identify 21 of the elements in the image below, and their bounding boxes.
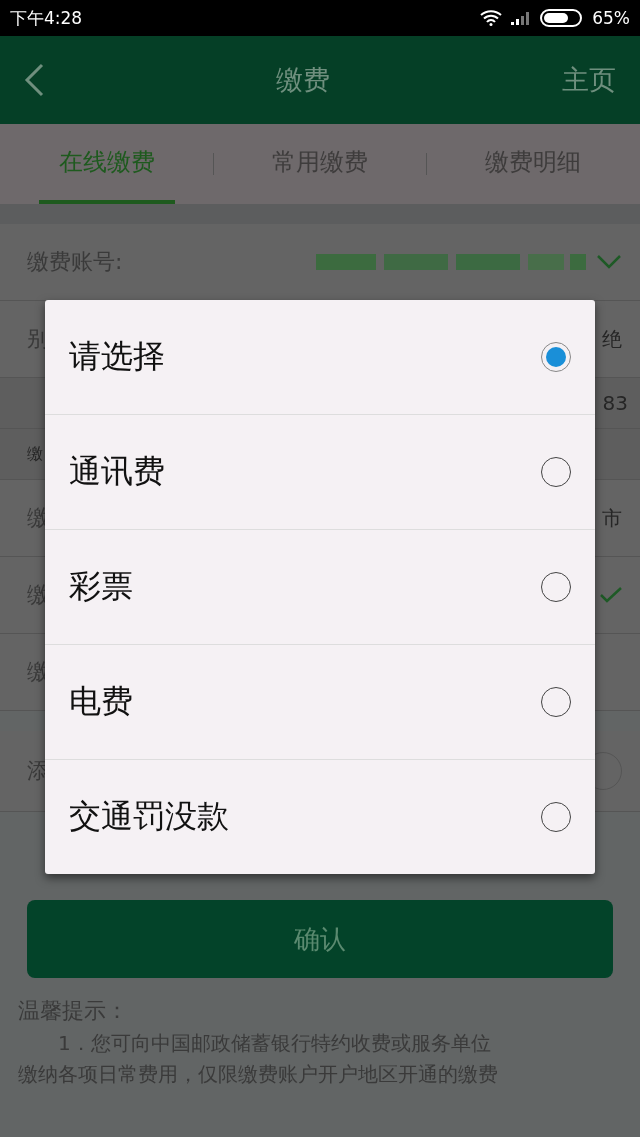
- option-label: 彩票: [69, 566, 133, 607]
- dialog-option[interactable]: 交通罚没款: [45, 760, 595, 874]
- page-title: 缴费: [276, 63, 330, 97]
- battery-level: 65%: [592, 8, 630, 28]
- field-label: 缴: [27, 443, 43, 465]
- option-label: 电费: [69, 681, 133, 722]
- dialog-option[interactable]: 电费: [45, 645, 595, 760]
- dialog-option[interactable]: 通讯费: [45, 415, 595, 530]
- wifi-icon: [480, 10, 503, 26]
- check-icon: [600, 587, 622, 603]
- dialog-option[interactable]: 彩票: [45, 530, 595, 645]
- option-label: 通讯费: [69, 451, 165, 492]
- status-time: 下午4:28: [10, 6, 83, 30]
- field-value: 83: [602, 391, 628, 415]
- dialog-option[interactable]: 请选择: [45, 300, 595, 415]
- field-value: 市: [602, 504, 622, 532]
- option-label: 交通罚没款: [69, 796, 229, 837]
- back-icon[interactable]: [24, 63, 44, 97]
- field-value: 绝: [602, 325, 622, 353]
- option-label: 请选择: [69, 336, 165, 377]
- battery-icon: [540, 9, 585, 27]
